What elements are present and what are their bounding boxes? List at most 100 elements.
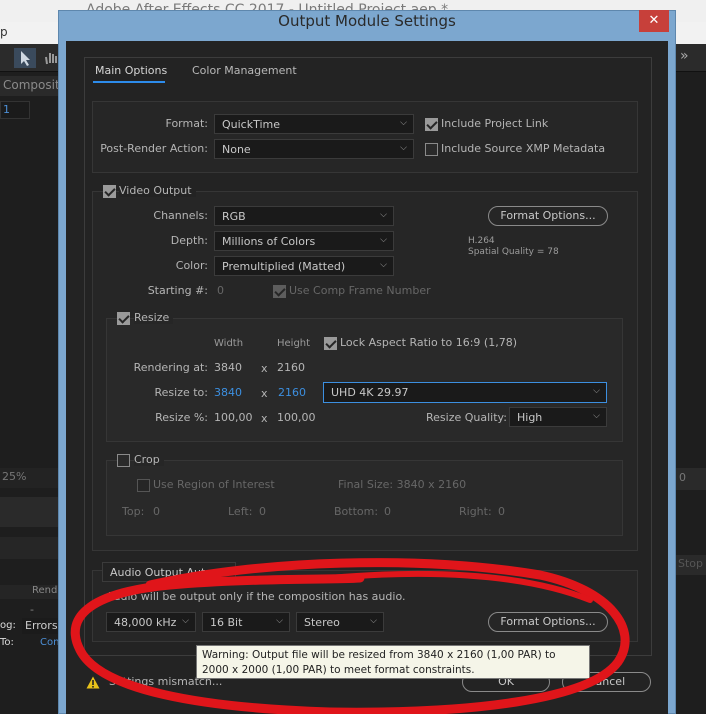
starting-label: Starting #: [147,284,208,297]
audio-output-dropdown[interactable]: Audio Output Auto [102,562,236,582]
crop-right-label: Right: [459,505,492,518]
resize-percent-label: Resize %: [155,411,208,424]
audio-bits-dropdown[interactable]: 16 Bit ⌵ [202,612,290,632]
depth-dropdown[interactable]: Millions of Colors ⌵ [214,231,394,251]
resize-width-field[interactable]: 3840 [214,386,242,399]
depth-value: Millions of Colors [222,235,316,248]
post-render-label: Post-Render Action: [100,142,208,155]
rendering-height: 2160 [277,361,305,374]
video-format-options-button[interactable]: Format Options... [488,206,608,226]
format-value: QuickTime [222,118,281,131]
chevron-down-icon: ⌵ [380,235,387,245]
log-label: og: [0,620,16,631]
post-render-dropdown[interactable]: None ⌵ [214,139,414,159]
use-roi-label: Use Region of Interest [153,478,275,491]
color-dropdown[interactable]: Premultiplied (Matted) ⌵ [214,256,394,276]
audio-note: Audio will be output only if the composi… [106,590,406,603]
chevron-down-icon: ⌵ [380,260,387,270]
use-comp-frame-checkbox[interactable] [273,285,286,298]
video-output-label: Video Output [119,184,196,197]
close-icon: ✕ [648,13,660,28]
crop-group [106,460,623,536]
resize-checkbox[interactable] [117,312,130,325]
use-roi-checkbox[interactable] [137,479,150,492]
panel-overflow-icon[interactable]: » [680,48,689,64]
chevron-down-icon: ⌵ [400,118,407,128]
quality-info: Spatial Quality = 78 [468,247,559,257]
resize-percent-height[interactable]: 100,00 [277,411,316,424]
width-header: Width [214,338,244,349]
depth-label: Depth: [170,234,208,247]
crop-checkbox[interactable] [117,454,130,467]
use-comp-frame-label: Use Comp Frame Number [289,284,431,297]
times-sign: x [261,362,268,375]
audio-channels-value: Stereo [304,616,340,629]
rendering-at-label: Rendering at: [133,361,208,374]
audio-channels-dropdown[interactable]: Stereo ⌵ [296,612,384,632]
resize-quality-dropdown[interactable]: High ⌵ [509,407,607,427]
video-output-checkbox[interactable] [103,185,116,198]
tab-color-management[interactable]: Color Management [192,64,297,77]
chevron-down-icon: ⌵ [593,411,600,421]
chevron-down-icon: ⌵ [593,386,600,396]
color-label: Color: [175,259,208,272]
resize-quality-label: Resize Quality: [426,411,507,424]
audio-bits-value: 16 Bit [210,616,243,629]
channels-value: RGB [222,210,246,223]
stop-button[interactable]: Stop [676,555,706,575]
include-xmp-label: Include Source XMP Metadata [441,142,606,155]
render-dash: - [30,603,34,616]
chevron-down-icon: ⌵ [380,210,387,220]
final-size: Final Size: 3840 x 2160 [338,478,467,491]
output-to-label: To: [0,637,14,648]
close-button[interactable]: ✕ [639,10,669,32]
chevron-down-icon: ⌵ [182,616,189,626]
resize-preset-dropdown[interactable]: UHD 4K 29.97 ⌵ [323,382,607,403]
resize-quality-value: High [517,411,543,424]
viewer-controls [0,497,60,527]
composition-field[interactable]: 1 [0,101,30,119]
resize-preset-value: UHD 4K 29.97 [331,386,409,399]
crop-left-value[interactable]: 0 [259,505,266,518]
right-panel-field: 0 [676,468,706,490]
color-value: Premultiplied (Matted) [222,260,346,273]
channels-dropdown[interactable]: RGB ⌵ [214,206,394,226]
rendering-width: 3840 [214,361,242,374]
chevron-down-icon: ⌵ [400,143,407,153]
format-dropdown[interactable]: QuickTime ⌵ [214,114,414,134]
selection-tool-icon[interactable] [14,48,36,68]
format-label: Format: [165,117,208,130]
codec-info: H.264 [468,236,495,246]
audio-format-options-button[interactable]: Format Options... [488,612,608,632]
output-to-link[interactable]: Con [40,637,59,648]
render-queue-bar [0,537,60,559]
audio-rate-dropdown[interactable]: 48,000 kHz ⌵ [106,612,196,632]
include-project-link-checkbox[interactable] [425,118,438,131]
crop-bottom-value[interactable]: 0 [384,505,391,518]
height-header: Height [277,338,311,349]
include-project-link-label: Include Project Link [441,117,549,130]
audio-rate-value: 48,000 kHz [114,616,177,629]
resize-label: Resize [134,311,174,324]
lock-aspect-label: Lock Aspect Ratio to 16:9 (1,78) [340,336,517,349]
active-tab-indicator [93,81,165,83]
crop-bottom-label: Bottom: [334,505,379,518]
resize-percent-width[interactable]: 100,00 [214,411,253,424]
composition-tab[interactable]: Composition [0,76,60,96]
chevron-down-icon: ⌵ [370,616,377,626]
zoom-dropdown[interactable]: 25% [0,468,58,488]
resize-height-field[interactable]: 2160 [278,386,306,399]
times-sign: x [261,412,268,425]
crop-right-value[interactable]: 0 [498,505,505,518]
tab-main-options[interactable]: Main Options [95,64,167,77]
chevron-down-icon: ⌵ [276,616,283,626]
lock-aspect-checkbox[interactable] [324,337,337,350]
include-xmp-checkbox[interactable] [425,143,438,156]
warning-icon [86,676,100,689]
starting-value[interactable]: 0 [217,284,224,297]
menu-item-help[interactable]: p [0,25,8,39]
times-sign: x [261,387,268,400]
audio-output-value: Audio Output Auto [110,566,213,579]
crop-top-value[interactable]: 0 [153,505,160,518]
log-dropdown[interactable]: Errors [22,618,60,634]
